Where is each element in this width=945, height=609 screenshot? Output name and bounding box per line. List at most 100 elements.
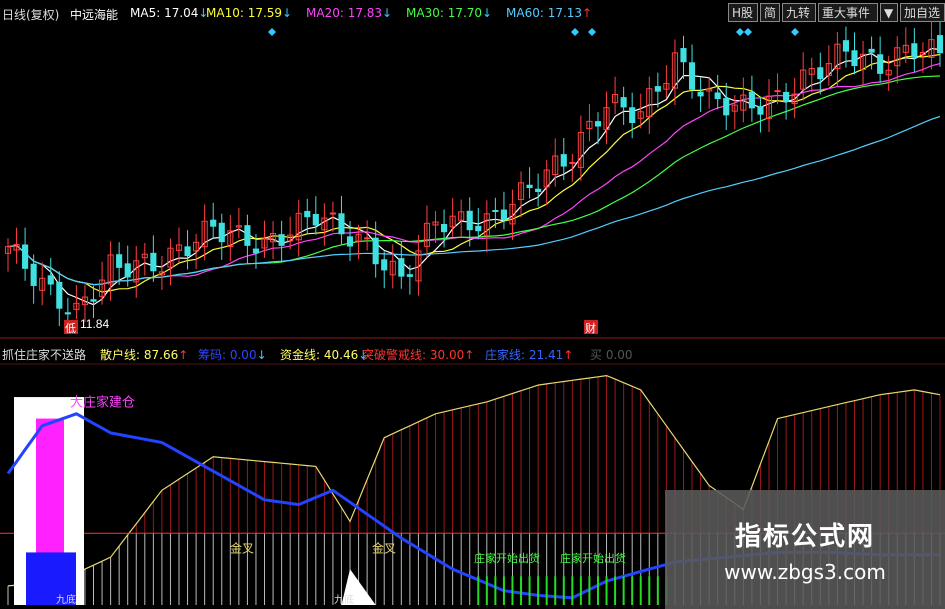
toolbar-button[interactable]: 加自选 (900, 3, 945, 22)
candle-body (629, 107, 636, 123)
indicator-legend-item: 筹码: 0.00↓ (198, 346, 267, 363)
candle-body (312, 213, 319, 226)
chart-header: 日线(复权) 中远海能 MA5: 17.04↓ MA10: 17.59↓ MA20:… (0, 0, 945, 28)
candle-body (210, 219, 217, 227)
candle-body (492, 210, 499, 213)
candle-body (22, 244, 29, 269)
pullup-label: 庄家开始出货 (560, 551, 626, 565)
candle-body (30, 263, 37, 286)
indicator-legend-item: 散户线: 87.66↑ (100, 346, 188, 363)
indicator-label: 筹码: (198, 348, 227, 362)
candle-body (116, 254, 123, 268)
candle-body (372, 237, 379, 265)
ma-line (7, 75, 941, 286)
candle-body (697, 91, 704, 97)
ma-value: 17.04 (160, 6, 199, 20)
candle-body (868, 48, 875, 53)
candle-body (535, 188, 542, 193)
candle-body (680, 48, 687, 63)
indicator-value: 30.00 (426, 348, 465, 362)
candle-body (936, 35, 944, 54)
candle-body (688, 62, 696, 90)
arrow-down-icon: ↓ (482, 6, 493, 20)
candle-body (526, 184, 533, 189)
candle-body (466, 210, 473, 231)
pullup-label: 庄家开始出货 (474, 551, 540, 565)
signal-diamond-icon (268, 28, 276, 36)
candle-body (783, 91, 790, 102)
signal-diamond-icon (571, 28, 579, 36)
candle-body (594, 121, 602, 127)
candle-body (90, 299, 97, 302)
ma-label: MA10: (206, 6, 244, 20)
indicator-header: 抓住庄家不送路 散户线: 87.66↑ 筹码: 0.00↓ 资金线: 40.46↓ 突… (0, 342, 945, 364)
ma-value: 17.59 (243, 6, 283, 20)
candle-body (842, 40, 850, 52)
candle-body (851, 50, 858, 67)
indicator-name: 抓住庄家不送路 (2, 348, 87, 362)
arrow-up-icon: ↑ (582, 6, 593, 20)
signal-diamond-icon (736, 28, 744, 36)
indicator-value: 87.66 (140, 348, 179, 362)
ma-label: MA20: (306, 6, 344, 20)
toolbar-button[interactable]: 重大事件 (818, 3, 878, 22)
candle-body (364, 237, 371, 240)
signal-diamond-icon (588, 28, 596, 36)
candle-body (911, 43, 918, 58)
big-build-label: 大庄家建仓 (70, 395, 135, 411)
indicator-legend-item: 庄家线: 21.41↑ (485, 346, 573, 363)
ma-line (7, 115, 941, 286)
indicator-value: 40.46 (320, 348, 359, 362)
ma-value: 17.70 (443, 6, 483, 20)
candle-body (500, 209, 507, 221)
candle-body (329, 212, 336, 215)
indicator-label: 散户线: (100, 348, 141, 362)
candle-body (218, 222, 225, 243)
arrow-up-icon: ↑ (464, 348, 475, 362)
indicator-value: 21.41 (525, 348, 564, 362)
toolbar-button[interactable]: 简 (760, 3, 780, 22)
arrow-down-icon: ↓ (256, 348, 267, 362)
candle-body (381, 259, 388, 271)
ma-label: MA5: (130, 6, 161, 20)
ma-legend-item: MA5: 17.04↓ (130, 6, 208, 20)
dropdown-icon[interactable]: ▼ (880, 3, 898, 22)
toolbar-button[interactable]: H股 (728, 3, 758, 22)
indicator-legend-item: 资金线: 40.46↓ (280, 346, 368, 363)
fin-tag: 财 (585, 321, 596, 335)
indicator-legend-item: 突破警戒线: 30.00↑ (362, 346, 474, 363)
candle-body (475, 225, 482, 232)
arrow-down-icon: ↓ (382, 6, 393, 20)
period-title: 日线(复权) (2, 8, 60, 22)
candle-body (877, 54, 884, 74)
candle-body (56, 281, 63, 309)
indicator-legend-item: 买 0.00 (590, 346, 633, 363)
watermark: 指标公式网 www.zbgs3.com (665, 490, 945, 609)
candle-body (774, 90, 781, 93)
candle-body (757, 106, 764, 115)
candle-body (714, 92, 721, 100)
signal-diamond-icon (791, 28, 799, 36)
ma-value: 17.83 (343, 6, 383, 20)
candle-body (817, 67, 824, 80)
candle-body (124, 263, 131, 278)
candle-body (441, 223, 448, 233)
indicator-label: 突破警戒线: (362, 348, 427, 362)
candle-body (47, 275, 54, 285)
signal-diamond-icon (744, 28, 752, 36)
ma-legend-item: MA30: 17.70↓ (406, 6, 492, 20)
candle-body (184, 246, 191, 257)
indicator-label: 买 (590, 348, 603, 362)
ma-label: MA30: (406, 6, 444, 20)
candle-body (569, 161, 576, 164)
candle-body (278, 234, 285, 246)
candle-body (398, 258, 405, 277)
ma-legend-item: MA20: 17.83↓ (306, 6, 392, 20)
candle-body (338, 213, 345, 235)
candle-body (244, 225, 251, 246)
bottom-mark-label: 九底 (334, 593, 354, 606)
candle-body (654, 86, 661, 92)
watermark-title: 指标公式网 (734, 522, 875, 552)
toolbar-button[interactable]: 九转 (782, 3, 816, 22)
candle-body (64, 312, 71, 315)
